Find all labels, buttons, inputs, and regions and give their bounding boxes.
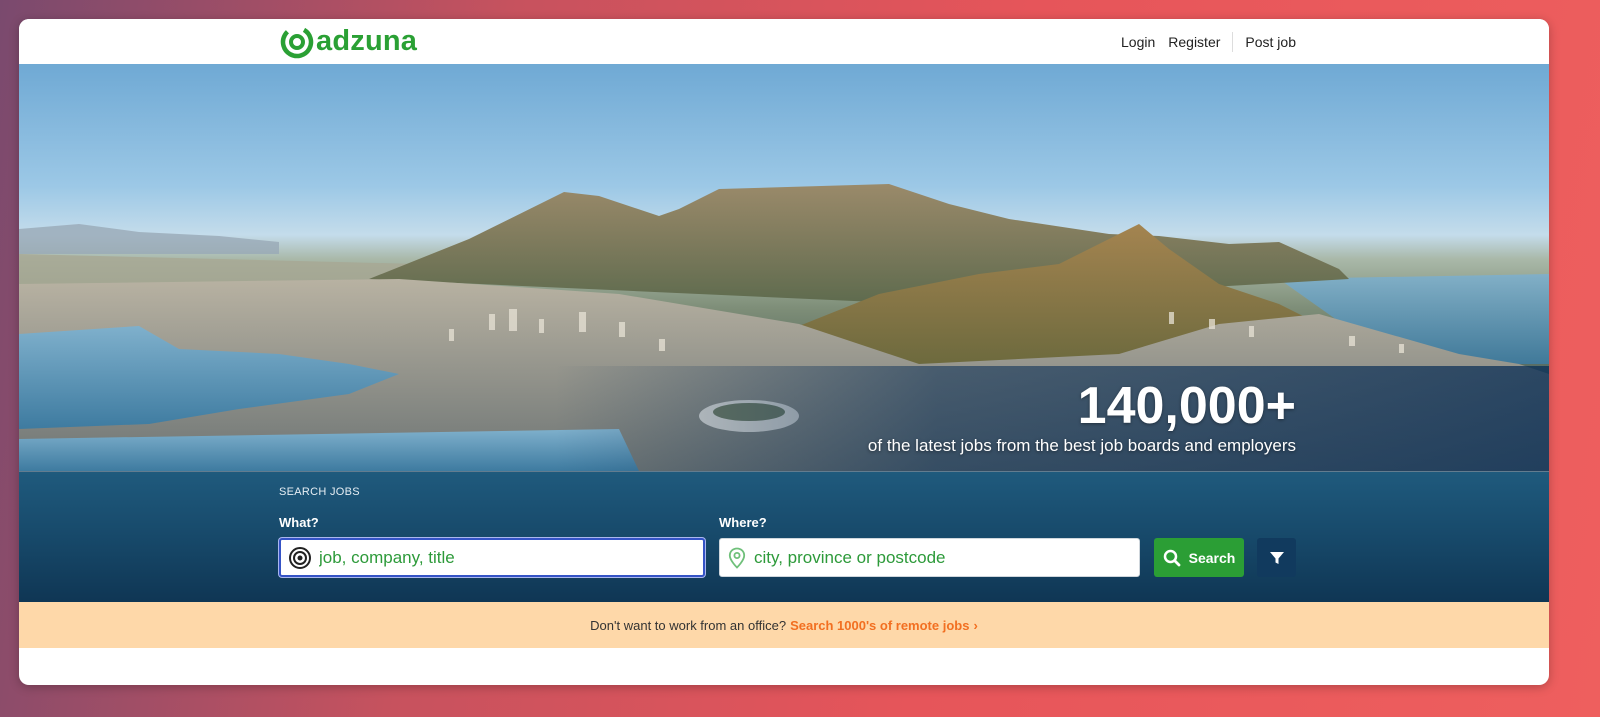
- what-input[interactable]: [311, 540, 703, 575]
- where-field[interactable]: [719, 538, 1140, 577]
- what-field[interactable]: [279, 538, 705, 577]
- job-count: 140,000+: [1077, 377, 1296, 435]
- where-label: Where?: [719, 515, 767, 530]
- stat-overlay: [19, 366, 1549, 471]
- login-link[interactable]: Login: [1121, 34, 1155, 50]
- remote-jobs-banner: Don't want to work from an office? Searc…: [19, 602, 1549, 648]
- nav-divider: [1232, 31, 1234, 52]
- adzuna-logo-icon: [280, 25, 314, 59]
- filter-button[interactable]: [1257, 538, 1296, 577]
- job-count-caption: of the latest jobs from the best job boa…: [867, 436, 1296, 455]
- where-input[interactable]: [746, 539, 1139, 576]
- search-icon: [1163, 549, 1181, 566]
- location-pin-icon: [728, 547, 746, 569]
- adzuna-logo[interactable]: adzuna: [279, 22, 417, 60]
- target-icon: [289, 546, 311, 569]
- what-label: What?: [279, 515, 319, 530]
- browser-window: adzuna Login Register Post job 140,000+ …: [19, 19, 1549, 685]
- remote-jobs-link[interactable]: Search 1000's of remote jobs: [790, 618, 969, 633]
- search-button-label: Search: [1188, 549, 1236, 566]
- post-job-link[interactable]: Post job: [1245, 34, 1296, 50]
- chevron-right-icon: ›: [973, 617, 978, 633]
- site-header: adzuna Login Register Post job: [19, 19, 1549, 64]
- header-nav: Login Register Post job: [1121, 19, 1296, 64]
- hero-banner: 140,000+ of the latest jobs from the bes…: [19, 64, 1549, 471]
- search-panel: SEARCH JOBS What? Where? Search: [19, 471, 1549, 602]
- filter-funnel-icon: [1269, 551, 1284, 564]
- search-button[interactable]: Search: [1154, 538, 1244, 577]
- logo-text: adzuna: [316, 24, 418, 57]
- register-link[interactable]: Register: [1168, 34, 1220, 50]
- remote-banner-text: Don't want to work from an office?: [590, 617, 787, 633]
- search-heading: SEARCH JOBS: [279, 486, 360, 498]
